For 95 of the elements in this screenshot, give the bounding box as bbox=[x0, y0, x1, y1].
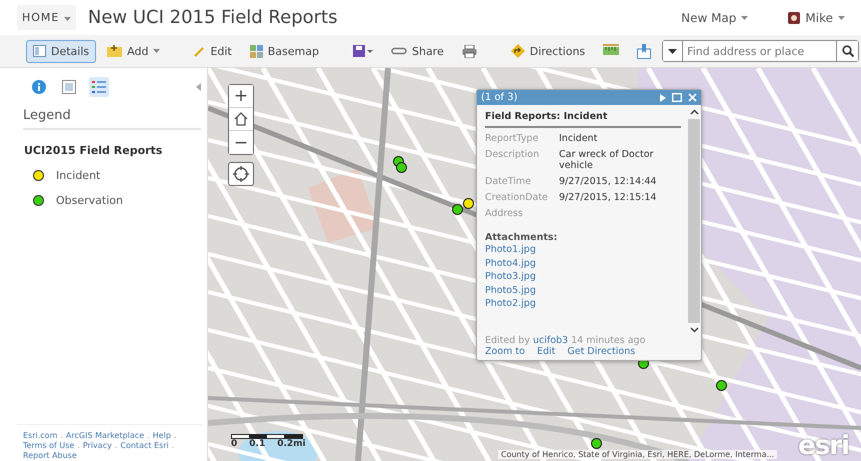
separator-dot: . bbox=[77, 441, 80, 451]
scroll-up-icon[interactable] bbox=[690, 109, 698, 115]
footer-link[interactable]: Esri.com bbox=[23, 431, 58, 441]
footer-link[interactable]: Report Abuse bbox=[23, 451, 77, 461]
search-options-dropdown[interactable] bbox=[663, 41, 684, 61]
next-feature-button[interactable] bbox=[660, 94, 666, 102]
footer-link[interactable]: Help bbox=[152, 431, 171, 441]
field-value: 9/27/2015, 12:14:44 bbox=[559, 176, 658, 187]
attachment-link[interactable]: Photo5.jpg bbox=[485, 284, 536, 297]
separator-dot: . bbox=[114, 441, 118, 451]
footer-link[interactable]: Terms of Use bbox=[23, 441, 74, 451]
footer-link[interactable]: Privacy bbox=[82, 441, 112, 451]
directions-button[interactable]: Directions bbox=[504, 39, 592, 63]
folder-plus-icon bbox=[107, 45, 122, 57]
user-link[interactable]: ucifob3 bbox=[532, 335, 568, 346]
layers-list-icon bbox=[62, 80, 76, 94]
legend-label: Observation bbox=[56, 194, 123, 207]
printer-icon bbox=[462, 44, 477, 58]
avatar-icon bbox=[788, 12, 800, 24]
share-button[interactable]: Share bbox=[384, 40, 451, 62]
new-map-menu[interactable]: New Map bbox=[675, 10, 754, 26]
popup-action-link[interactable]: Zoom to bbox=[485, 346, 525, 357]
bookmark-icon bbox=[637, 44, 652, 58]
field-label: Description bbox=[485, 149, 540, 162]
caret-icon bbox=[153, 49, 160, 53]
search-icon bbox=[842, 45, 854, 57]
maximize-icon bbox=[672, 93, 682, 102]
field-label: DateTime bbox=[485, 176, 532, 187]
field-value: Incident bbox=[559, 133, 598, 144]
field-label: CreationDate bbox=[485, 192, 549, 203]
layer-title: UCI2015 Field Reports bbox=[24, 144, 164, 157]
separator-dot: . bbox=[172, 441, 174, 451]
attachment-link[interactable]: Photo3.jpg bbox=[485, 270, 536, 284]
pencil-icon bbox=[194, 46, 206, 56]
legend-tab[interactable] bbox=[89, 77, 109, 97]
separator-dot: . bbox=[174, 431, 176, 441]
caret-icon bbox=[741, 16, 748, 20]
details-button[interactable]: Details bbox=[26, 40, 96, 62]
scale-label: 0 bbox=[231, 439, 238, 449]
close-icon bbox=[688, 93, 697, 102]
legend-label: Incident bbox=[56, 169, 100, 182]
attachment-link[interactable]: Photo2.jpg bbox=[485, 297, 536, 310]
user-menu[interactable]: Mike bbox=[782, 10, 851, 26]
popup-action-link[interactable]: Edit bbox=[536, 346, 556, 357]
search-box[interactable]: Find address or place bbox=[662, 40, 860, 62]
scale-bar bbox=[231, 434, 303, 439]
field-label: Address bbox=[485, 208, 524, 219]
caret-icon bbox=[668, 48, 678, 54]
edit-button[interactable]: Edit bbox=[187, 40, 239, 62]
field-label: ReportType bbox=[485, 133, 540, 144]
close-button[interactable] bbox=[688, 93, 697, 102]
link-icon bbox=[390, 47, 407, 55]
content-tab[interactable] bbox=[59, 77, 79, 97]
floppy-disk-icon bbox=[352, 45, 373, 57]
scale-label: 0.2mi bbox=[277, 439, 306, 449]
feature-counter: (1 of 3) bbox=[481, 92, 518, 103]
attachments-label: Attachments: bbox=[485, 232, 558, 243]
edit-info: Edited by ucifob3 14 minutes ago bbox=[485, 335, 646, 346]
logo: esri bbox=[798, 431, 849, 461]
caret-icon bbox=[64, 17, 71, 21]
separator-dot: . bbox=[147, 431, 150, 441]
attachment-link[interactable]: Photo1.jpg bbox=[485, 243, 536, 256]
maximize-button[interactable] bbox=[672, 93, 682, 102]
legend-heading: Legend bbox=[23, 108, 201, 130]
grid-icon bbox=[250, 44, 263, 58]
about-tab[interactable] bbox=[29, 77, 49, 97]
search-button[interactable] bbox=[836, 41, 858, 61]
panel-icon bbox=[33, 45, 46, 57]
scroll-down-icon[interactable] bbox=[690, 327, 698, 333]
field-value: 9/27/2015, 12:15:14 bbox=[559, 192, 658, 203]
popup-title: Field Reports: Incident bbox=[485, 111, 681, 128]
popup-action-link[interactable]: Get Directions bbox=[567, 346, 636, 357]
play-icon bbox=[660, 94, 666, 102]
scrollbar-thumb[interactable] bbox=[688, 119, 700, 323]
info-icon bbox=[32, 80, 46, 94]
scale-label: 0.1 bbox=[249, 439, 266, 449]
map-title: New UCI 2015 Field Reports bbox=[88, 7, 338, 28]
field-value: Car wreck of Doctor vehicle bbox=[559, 149, 654, 171]
map-attribution: County of Henrico, State of Virginia, Esri, HERE, DeLorme, Interma... bbox=[498, 450, 778, 459]
legend-icon bbox=[92, 80, 106, 94]
home-menu[interactable]: HOME bbox=[17, 5, 76, 30]
footer-link[interactable]: Contact Esri bbox=[120, 441, 169, 451]
attachment-link[interactable]: Photo4.jpg bbox=[485, 256, 536, 270]
ruler-icon bbox=[603, 44, 620, 58]
caret-icon bbox=[838, 16, 845, 20]
zoom-in-button[interactable]: + bbox=[229, 85, 253, 108]
add-button[interactable]: Add bbox=[100, 40, 168, 62]
house-icon bbox=[234, 112, 248, 126]
basemap-button[interactable]: Basemap bbox=[242, 40, 326, 62]
locate-button[interactable] bbox=[228, 162, 254, 186]
collapse-icon bbox=[196, 83, 201, 91]
footer-link[interactable]: ArcGIS Marketplace bbox=[66, 431, 144, 441]
directions-icon bbox=[510, 44, 525, 58]
crosshair-icon bbox=[233, 166, 249, 182]
separator-dot: . bbox=[60, 431, 63, 441]
